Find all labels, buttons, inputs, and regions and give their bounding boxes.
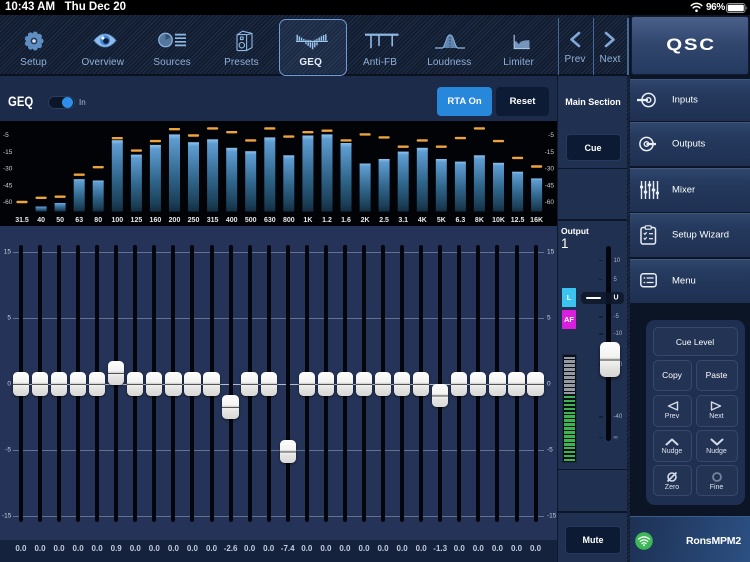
svg-text:630: 630 (264, 217, 276, 224)
svg-text:200: 200 (169, 217, 181, 224)
svg-text:2.5: 2.5 (379, 217, 389, 224)
svg-text:-45: -45 (545, 182, 555, 189)
svg-text:10K: 10K (492, 217, 505, 224)
svg-text:100: 100 (111, 217, 123, 224)
svg-text:400: 400 (226, 217, 238, 224)
svg-text:315: 315 (207, 217, 219, 224)
svg-text:3.1: 3.1 (398, 217, 408, 224)
svg-text:-15: -15 (545, 149, 555, 156)
svg-text:80: 80 (94, 217, 102, 224)
svg-text:-30: -30 (545, 166, 555, 173)
svg-text:-60: -60 (3, 199, 13, 206)
svg-text:12.5: 12.5 (511, 217, 525, 224)
svg-text:250: 250 (188, 217, 200, 224)
svg-text:-5: -5 (548, 132, 554, 139)
svg-text:4K: 4K (418, 217, 427, 224)
svg-text:31.5: 31.5 (15, 217, 29, 224)
svg-text:800: 800 (283, 217, 295, 224)
svg-text:-30: -30 (3, 166, 13, 173)
svg-text:5K: 5K (437, 217, 446, 224)
svg-text:500: 500 (245, 217, 257, 224)
svg-text:50: 50 (56, 217, 64, 224)
svg-text:-60: -60 (545, 199, 555, 206)
svg-text:1.6: 1.6 (341, 217, 351, 224)
svg-text:1K: 1K (303, 217, 312, 224)
svg-text:-45: -45 (3, 182, 13, 189)
svg-text:8K: 8K (475, 217, 484, 224)
svg-text:1.2: 1.2 (322, 217, 332, 224)
svg-text:2K: 2K (361, 217, 370, 224)
svg-text:40: 40 (37, 217, 45, 224)
svg-text:16K: 16K (530, 217, 543, 224)
svg-text:6.3: 6.3 (456, 217, 466, 224)
svg-text:-15: -15 (3, 149, 13, 156)
svg-text:63: 63 (75, 217, 83, 224)
svg-text:160: 160 (150, 217, 162, 224)
svg-text:-5: -5 (3, 132, 9, 139)
svg-text:125: 125 (131, 217, 143, 224)
